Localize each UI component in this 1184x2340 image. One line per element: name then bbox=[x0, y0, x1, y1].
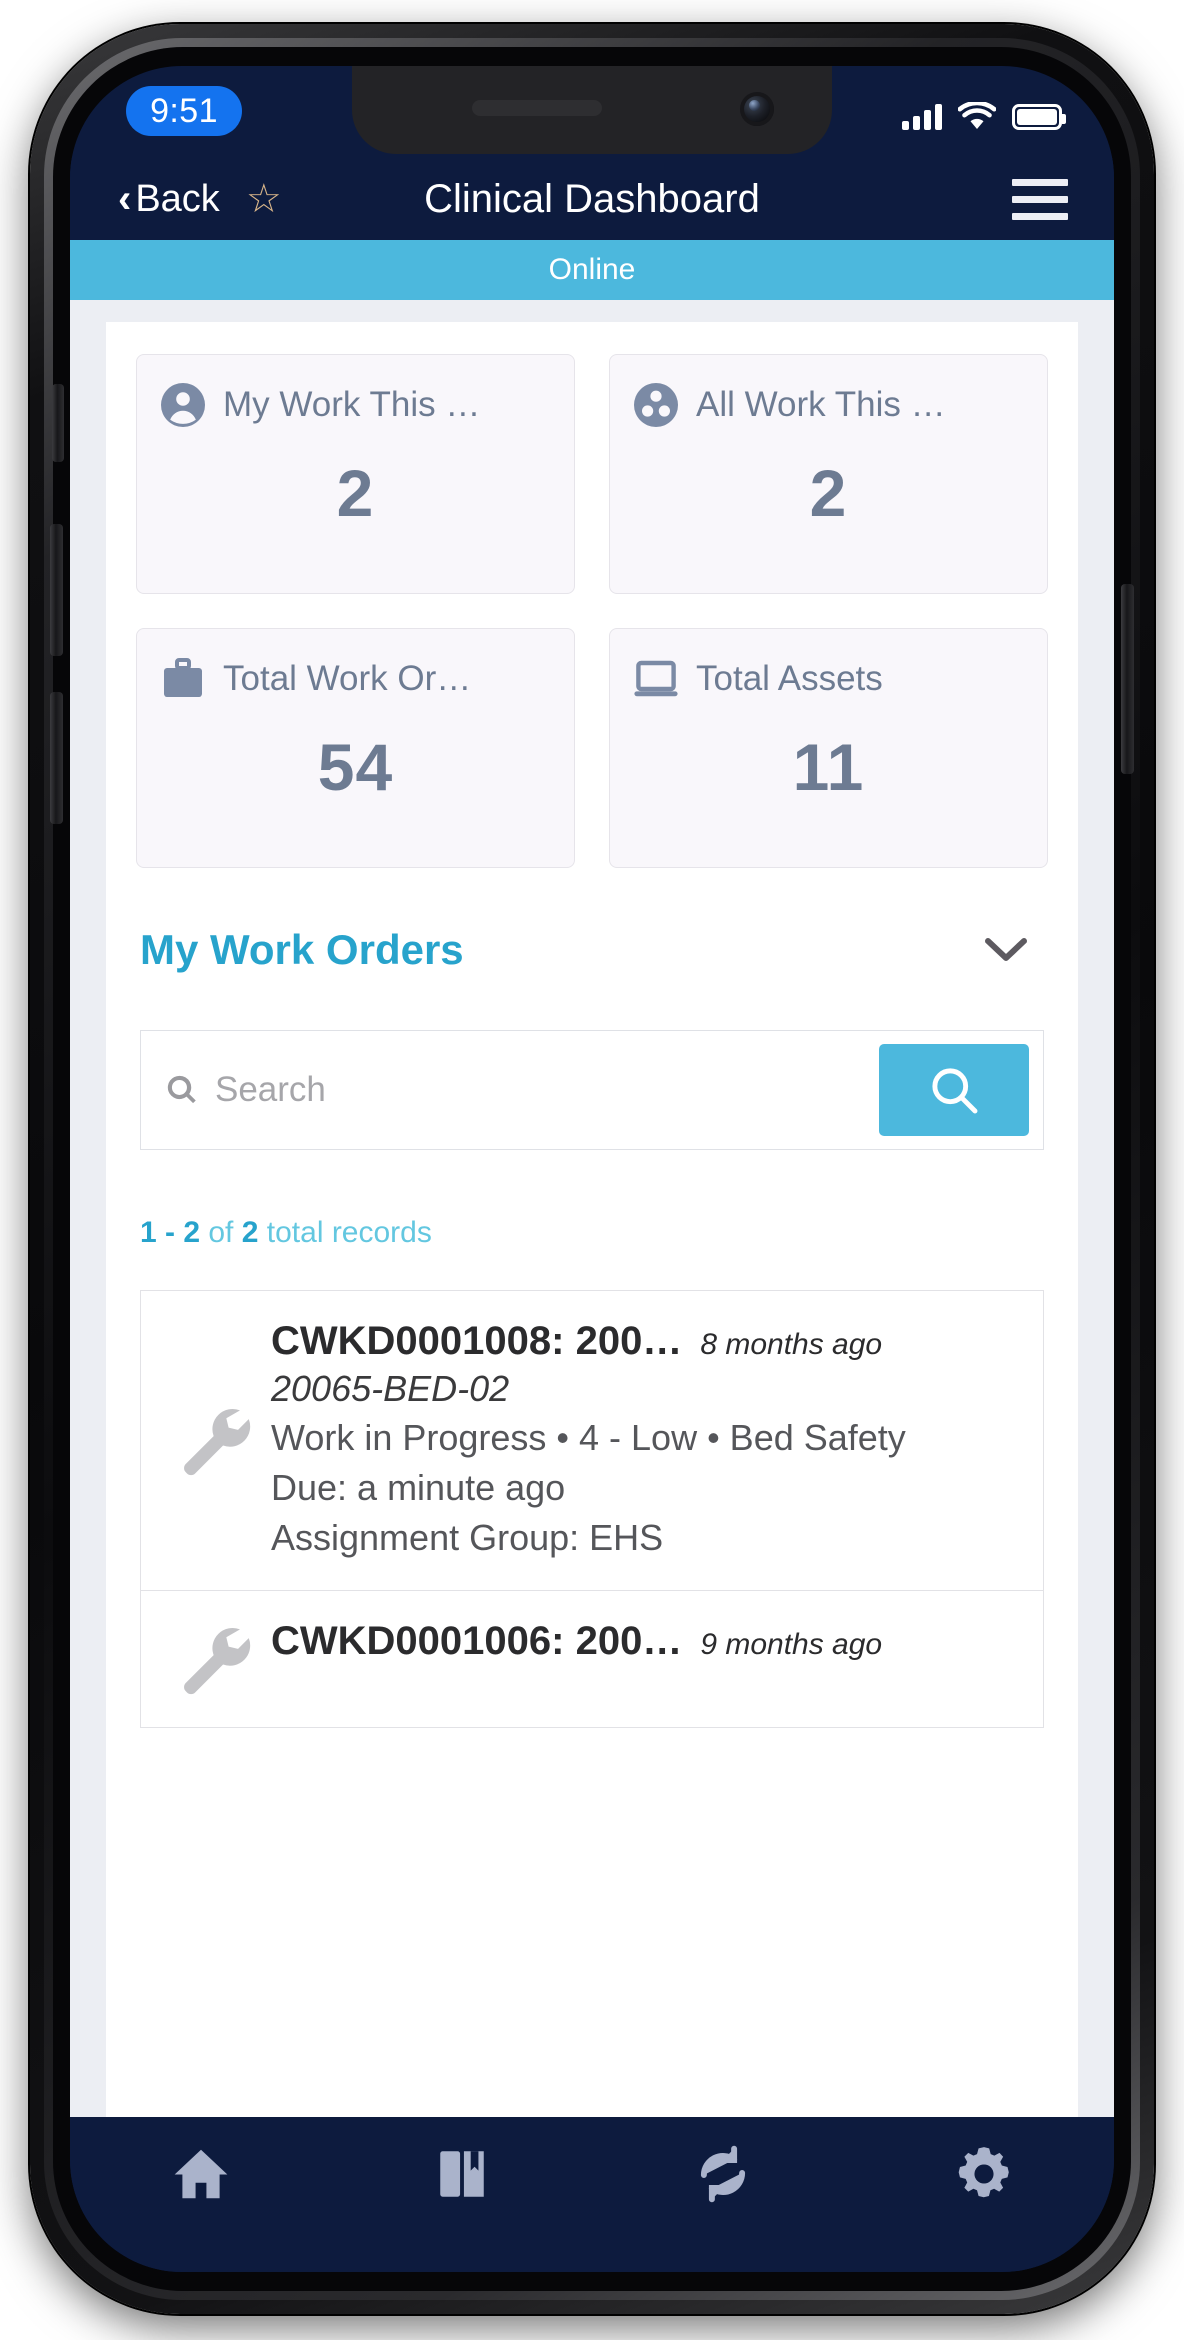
front-camera bbox=[740, 92, 774, 126]
cellular-signal-icon bbox=[902, 104, 942, 130]
work-order-asset: 20065-BED-02 bbox=[271, 1368, 510, 1409]
kpi-header: Total Assets bbox=[632, 655, 1025, 703]
kpi-header: My Work This … bbox=[159, 381, 552, 429]
favorite-star-icon[interactable]: ☆ bbox=[246, 179, 282, 219]
list-item[interactable]: CWKD0001008: 200… 8 months ago 20065-BED… bbox=[141, 1291, 1043, 1591]
list-item-title-row: CWKD0001008: 200… 8 months ago bbox=[271, 1319, 1019, 1364]
back-chevron-icon: ‹ bbox=[118, 177, 132, 221]
kpi-header: Total Work Or… bbox=[159, 655, 552, 703]
kpi-value: 2 bbox=[336, 456, 375, 530]
power-button[interactable] bbox=[1121, 584, 1134, 774]
tab-home[interactable] bbox=[70, 2143, 331, 2205]
list-item-body: CWKD0001006: 200… 9 months ago bbox=[271, 1619, 1019, 1697]
tab-settings[interactable] bbox=[853, 2143, 1114, 2205]
kpi-tile-all-work-this-week[interactable]: All Work This … 2 bbox=[609, 354, 1048, 594]
work-order-number: CWKD0001006: 200… bbox=[271, 1618, 683, 1663]
records-of-label: of bbox=[208, 1216, 234, 1249]
search-field[interactable] bbox=[141, 1031, 879, 1149]
chevron-down-icon[interactable] bbox=[968, 927, 1044, 973]
status-time: 9:51 bbox=[126, 86, 242, 136]
search-icon bbox=[165, 1073, 199, 1107]
kpi-label: Total Assets bbox=[696, 659, 883, 698]
kpi-tile-total-work-orders[interactable]: Total Work Or… 54 bbox=[136, 628, 575, 868]
list-item[interactable]: CWKD0001006: 200… 9 months ago bbox=[141, 1590, 1043, 1727]
volume-down-button[interactable] bbox=[50, 692, 63, 824]
silent-switch[interactable] bbox=[52, 384, 64, 462]
wrench-icon bbox=[165, 1619, 261, 1697]
records-suffix: total records bbox=[266, 1216, 432, 1249]
user-icon bbox=[159, 381, 207, 429]
device-notch bbox=[352, 66, 832, 154]
connection-status-banner: Online bbox=[70, 240, 1114, 300]
kpi-label: All Work This … bbox=[696, 385, 946, 424]
list-item-body: CWKD0001008: 200… 8 months ago 20065-BED… bbox=[271, 1319, 1019, 1560]
work-order-assignment-group: Assignment Group: EHS bbox=[271, 1516, 664, 1558]
phone-frame: 9:51 ‹ Back ☆ Clinical Dashboard Online … bbox=[30, 24, 1154, 2314]
search-button[interactable] bbox=[879, 1044, 1029, 1136]
list-item-title-row: CWKD0001006: 200… 9 months ago bbox=[271, 1619, 1019, 1664]
briefcase-icon bbox=[159, 655, 207, 703]
hamburger-menu-icon[interactable] bbox=[1012, 178, 1068, 220]
kpi-value: 11 bbox=[792, 730, 865, 804]
section-title: My Work Orders bbox=[140, 926, 464, 973]
records-total: 2 bbox=[241, 1216, 259, 1249]
battery-full-icon bbox=[1012, 104, 1066, 130]
app-header: ‹ Back ☆ Clinical Dashboard bbox=[70, 158, 1114, 240]
page-title: Clinical Dashboard bbox=[424, 176, 760, 221]
records-range: 1 - 2 bbox=[140, 1216, 201, 1249]
work-order-due: Due: a minute ago bbox=[271, 1466, 566, 1508]
work-order-number: CWKD0001008: 200… bbox=[271, 1319, 683, 1363]
work-order-state-line: Work in Progress • 4 - Low • Bed Safety bbox=[271, 1417, 906, 1458]
dashboard-card: My Work This … 2 All Work This … 2 Total… bbox=[106, 322, 1078, 2117]
kpi-grid: My Work This … 2 All Work This … 2 Total… bbox=[106, 354, 1078, 868]
search-input[interactable] bbox=[215, 1070, 879, 1110]
wifi-icon bbox=[958, 102, 996, 130]
status-icons bbox=[902, 96, 1066, 130]
dashboard-scroll-area[interactable]: My Work This … 2 All Work This … 2 Total… bbox=[70, 300, 1114, 2117]
kpi-tile-total-assets[interactable]: Total Assets 11 bbox=[609, 628, 1048, 868]
work-order-list: CWKD0001008: 200… 8 months ago 20065-BED… bbox=[140, 1290, 1044, 1728]
search-bar bbox=[140, 1030, 1044, 1150]
kpi-value: 2 bbox=[809, 456, 848, 530]
tab-sync[interactable] bbox=[592, 2143, 853, 2205]
earpiece-speaker bbox=[472, 100, 602, 116]
volume-up-button[interactable] bbox=[50, 524, 63, 656]
bottom-tab-bar bbox=[70, 2117, 1114, 2272]
work-order-age: 8 months ago bbox=[700, 1328, 883, 1361]
group-icon bbox=[632, 381, 680, 429]
my-work-orders-section-header: My Work Orders bbox=[106, 868, 1078, 974]
tab-library[interactable] bbox=[331, 2143, 592, 2205]
records-count: 1 - 2 of 2 total records bbox=[140, 1216, 1078, 1250]
kpi-value: 54 bbox=[317, 730, 394, 804]
kpi-label: Total Work Or… bbox=[223, 659, 472, 698]
kpi-header: All Work This … bbox=[632, 381, 1025, 429]
laptop-icon bbox=[632, 655, 680, 703]
back-button[interactable]: ‹ Back bbox=[118, 178, 220, 221]
work-order-age: 9 months ago bbox=[700, 1627, 883, 1661]
wrench-icon bbox=[165, 1319, 261, 1560]
phone-screen: 9:51 ‹ Back ☆ Clinical Dashboard Online … bbox=[70, 66, 1114, 2272]
back-label: Back bbox=[135, 177, 220, 220]
kpi-tile-my-work-this-week[interactable]: My Work This … 2 bbox=[136, 354, 575, 594]
kpi-label: My Work This … bbox=[223, 385, 481, 424]
